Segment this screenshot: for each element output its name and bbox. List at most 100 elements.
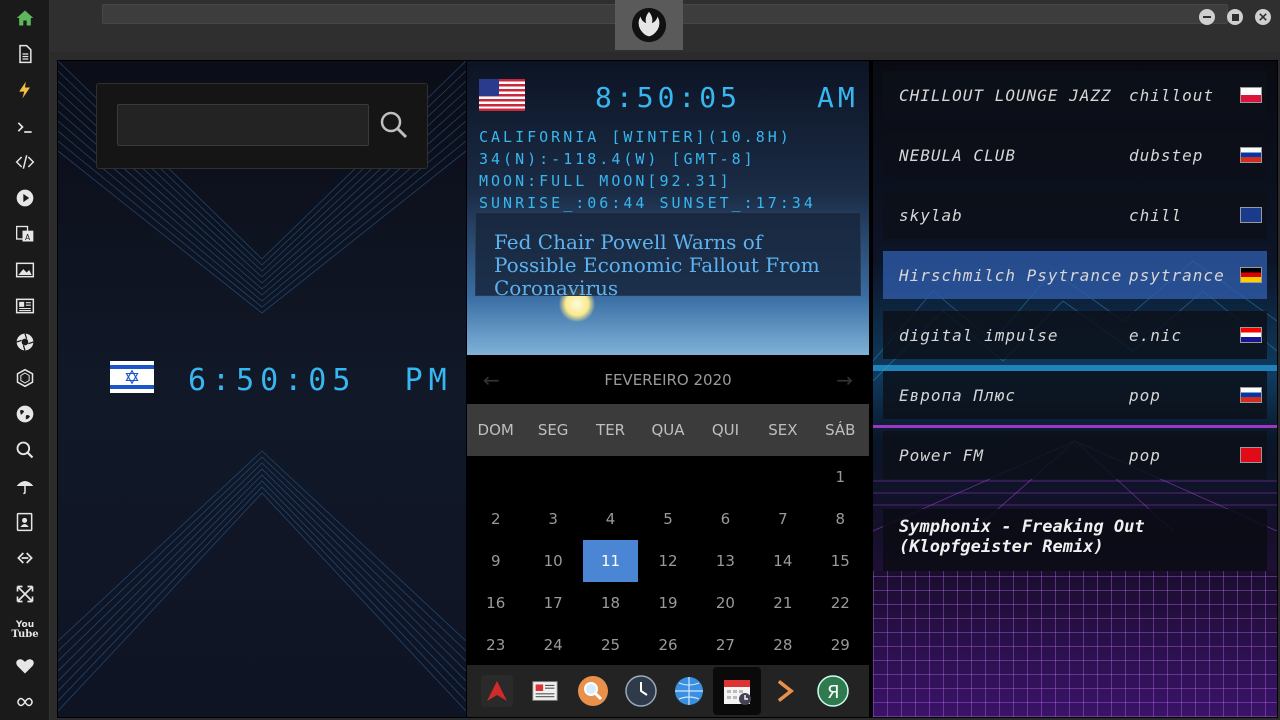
expand-icon[interactable] (13, 582, 37, 606)
station-name: NEBULA CLUB (899, 145, 1016, 165)
station-genre: dubstep (1129, 145, 1204, 165)
calendar-day[interactable]: 2 (467, 498, 524, 540)
infinity-icon[interactable] (13, 690, 37, 714)
hexagon-icon[interactable] (13, 366, 37, 390)
link-icon[interactable] (13, 546, 37, 570)
document-icon[interactable] (13, 42, 37, 66)
calendar-day[interactable]: 18 (582, 582, 639, 624)
calendar-header: ← FEVEREIRO 2020 → (467, 356, 869, 404)
now-playing: Symphonix - Freaking Out (Klopfgeister R… (883, 509, 1267, 571)
weekday-label: TER (596, 421, 626, 439)
moon-line: MOON:FULL MOON[92.31] (479, 172, 732, 190)
next-month-button[interactable]: → (836, 368, 853, 392)
left-clock-time: 6:50:05 PM (188, 363, 453, 398)
calendar-day[interactable]: 22 (812, 582, 869, 624)
calendar-day[interactable]: 23 (467, 624, 524, 666)
calendar-day[interactable]: 24 (524, 624, 581, 666)
maximize-button[interactable] (1227, 9, 1243, 25)
radio-station[interactable]: Power FM pop (883, 431, 1267, 479)
calendar-day[interactable]: 17 (524, 582, 581, 624)
umbrella-icon[interactable] (13, 474, 37, 498)
home-icon[interactable] (13, 6, 37, 30)
mid-clock-ampm: AM (817, 81, 859, 114)
prev-month-button[interactable]: ← (483, 368, 500, 392)
calendar-day[interactable]: 6 (697, 498, 754, 540)
station-genre: pop (1129, 445, 1161, 465)
calendar-day-today[interactable]: 11 (582, 540, 639, 582)
radio-station[interactable]: skylab chill (883, 191, 1267, 239)
arrow-app-icon[interactable] (479, 673, 515, 709)
calendar-day[interactable]: 8 (812, 498, 869, 540)
turkey-flag (1240, 447, 1262, 463)
lightning-icon[interactable] (13, 78, 37, 102)
minimize-button[interactable] (1199, 9, 1215, 25)
calendar-icon[interactable] (713, 667, 761, 715)
aperture-icon[interactable] (13, 330, 37, 354)
radio-station[interactable]: NEBULA CLUB dubstep (883, 131, 1267, 179)
youtube-icon[interactable]: You Tube (11, 618, 38, 642)
image-icon[interactable] (13, 258, 37, 282)
sunrise-sunset-line: SUNRISE_:06:44 SUNSET_:17:34 (479, 194, 816, 212)
mid-clock-time: 8:50:05 (595, 81, 742, 114)
radio-station[interactable]: Hirschmilch Psytrance psytrance (883, 251, 1267, 299)
calendar-day[interactable]: 16 (467, 582, 524, 624)
calendar-day (582, 456, 639, 498)
calendar-day[interactable]: 5 (639, 498, 696, 540)
terminal-icon[interactable] (13, 115, 37, 139)
close-button[interactable] (1255, 9, 1271, 25)
synthwave-grid (873, 571, 1277, 717)
calendar-day[interactable]: 10 (524, 540, 581, 582)
globe-icon[interactable] (13, 402, 37, 426)
calendar-day[interactable]: 27 (697, 624, 754, 666)
calendar-day[interactable]: 1 (812, 456, 869, 498)
play-icon[interactable] (13, 186, 37, 210)
station-name: CHILLOUT LOUNGE JAZZ (899, 85, 1112, 105)
magnifier-icon[interactable] (575, 673, 611, 709)
weekday-label: QUA (651, 421, 685, 439)
contact-icon[interactable] (13, 510, 37, 534)
calendar-day[interactable]: 15 (812, 540, 869, 582)
radio-station[interactable]: CHILLOUT LOUNGE JAZZ chillout (883, 71, 1267, 119)
calendar-day[interactable]: 4 (582, 498, 639, 540)
calendar-day[interactable]: 14 (754, 540, 811, 582)
yandex-icon[interactable]: Я (815, 673, 851, 709)
calendar-day[interactable]: 3 (524, 498, 581, 540)
news-icon[interactable] (13, 294, 37, 318)
rebel-alliance-icon[interactable] (615, 0, 683, 50)
left-clock-panel: 6:50:05 PM (58, 61, 466, 717)
radio-station[interactable]: digital impulse e.nic (883, 311, 1267, 359)
calendar-day[interactable]: 21 (754, 582, 811, 624)
calendar-day[interactable]: 20 (697, 582, 754, 624)
world-clock-panel: 8:50:05 AM CALIFORNIA [WINTER](10.8H) 34… (467, 61, 869, 355)
search-input[interactable] (117, 104, 369, 146)
calendar-day[interactable]: 7 (754, 498, 811, 540)
station-name: skylab (899, 205, 963, 225)
location-line: CALIFORNIA [WINTER](10.8H) (479, 128, 792, 146)
chevron-right-icon[interactable] (767, 673, 803, 709)
calendar-day[interactable]: 29 (812, 624, 869, 666)
code-icon[interactable] (13, 150, 37, 174)
globe-icon[interactable] (671, 673, 707, 709)
calendar-day (697, 456, 754, 498)
news-headline[interactable]: Fed Chair Powell Warns of Possible Econo… (475, 212, 861, 300)
radio-panel: CHILLOUT LOUNGE JAZZ chillout NEBULA CLUB d… (873, 61, 1277, 717)
russia-flag (1240, 147, 1262, 163)
calendar-day[interactable]: 13 (697, 540, 754, 582)
heart-icon[interactable] (13, 654, 37, 678)
search-icon[interactable] (13, 438, 37, 462)
calendar-grid: 1 2 3 4 5 6 7 8 9 10 11 12 13 14 15 16 17 18 19 20 21 22 23 24 2… (467, 456, 869, 666)
station-genre: pop (1129, 385, 1161, 405)
station-name: digital impulse (899, 325, 1059, 345)
search-icon[interactable] (379, 110, 409, 140)
clock-icon[interactable] (623, 673, 659, 709)
translate-icon[interactable]: A (13, 222, 37, 246)
newspaper-icon[interactable] (527, 673, 563, 709)
weekday-header: DOM SEG TER QUA QUI SEX SÁB (467, 404, 869, 456)
calendar-day[interactable]: 12 (639, 540, 696, 582)
calendar-day[interactable]: 26 (639, 624, 696, 666)
calendar-day[interactable]: 25 (582, 624, 639, 666)
calendar-day[interactable]: 9 (467, 540, 524, 582)
calendar-day[interactable]: 28 (754, 624, 811, 666)
calendar-day[interactable]: 19 (639, 582, 696, 624)
radio-station[interactable]: Европа Плюс pop (883, 371, 1267, 419)
